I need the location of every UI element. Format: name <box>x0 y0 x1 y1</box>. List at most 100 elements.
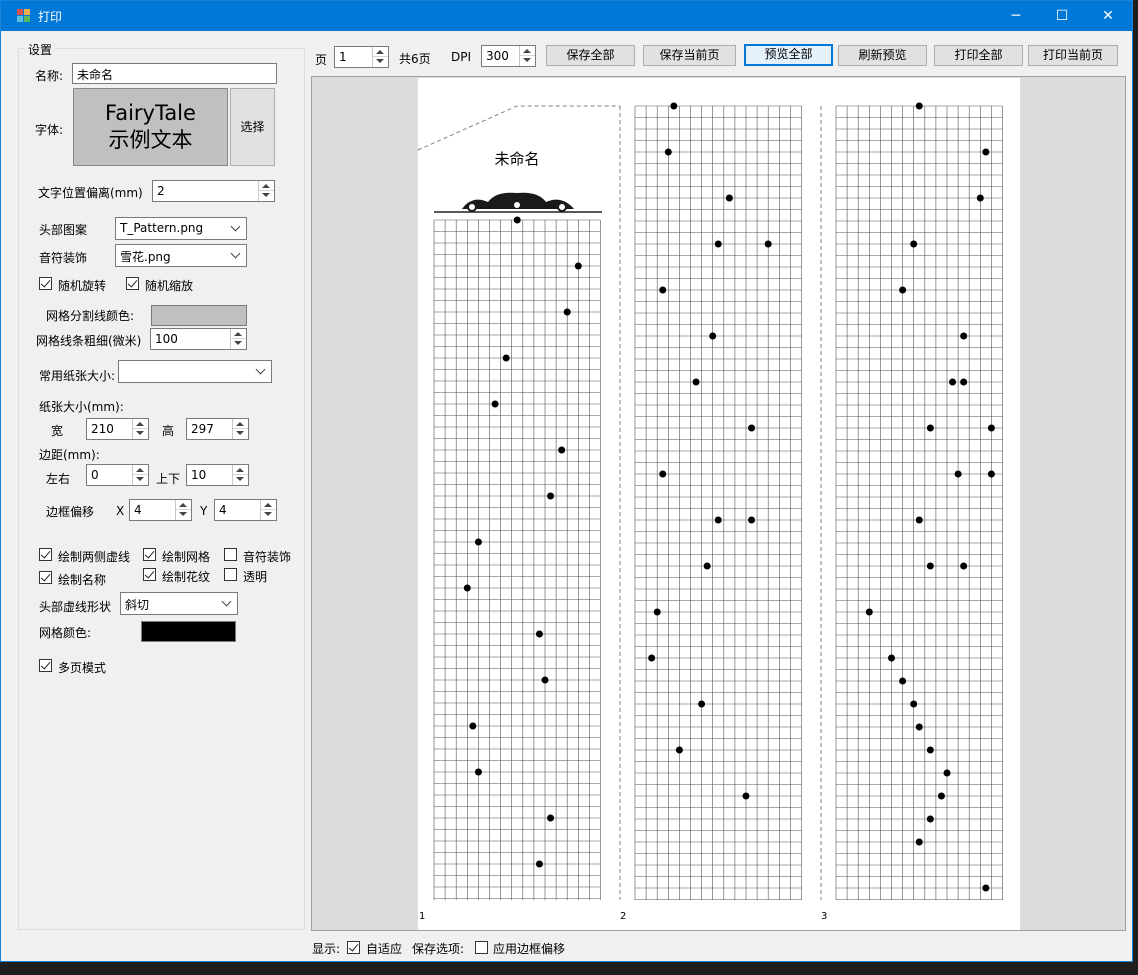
spin-buttons[interactable] <box>260 500 276 520</box>
font-select-button[interactable]: 选择 <box>230 88 275 166</box>
window-title: 打印 <box>38 10 63 24</box>
margin-lr-stepper[interactable]: 0 <box>86 464 149 486</box>
strip-number: 3 <box>821 911 827 922</box>
title-bar[interactable]: 打印 ─ ☐ ✕ <box>1 1 1132 31</box>
spin-buttons[interactable] <box>519 46 535 66</box>
fit-checkbox[interactable] <box>347 941 360 954</box>
note-dot <box>714 240 722 248</box>
paper-preset-select[interactable] <box>118 360 272 383</box>
note-dot <box>865 608 873 616</box>
settings-group-title: 设置 <box>25 41 56 58</box>
border-offset-label: 边框偏移 <box>46 505 95 519</box>
text-offset-stepper[interactable]: 2 <box>152 180 275 202</box>
grid-line-width-stepper[interactable]: 100 <box>150 328 247 350</box>
save-options-label: 保存选项: <box>412 942 465 956</box>
strip-title: 未命名 <box>494 150 539 168</box>
note-dot <box>982 884 990 892</box>
minimize-button[interactable]: ─ <box>993 1 1039 31</box>
note-decor-value: 雪花.png <box>120 250 171 264</box>
draw-name-label: 绘制名称 <box>58 573 107 587</box>
note-dot <box>915 838 923 846</box>
maximize-button[interactable]: ☐ <box>1039 1 1085 31</box>
apply-offset-label: 应用边框偏移 <box>493 942 566 956</box>
print-current-button[interactable]: 打印当前页 <box>1028 45 1118 66</box>
spin-buttons[interactable] <box>258 181 274 201</box>
multipage-checkbox[interactable] <box>39 659 52 672</box>
page-stepper[interactable]: 1 <box>334 46 389 68</box>
text-offset-value: 2 <box>157 184 165 198</box>
note-dot <box>937 792 945 800</box>
draw-flourish-checkbox[interactable] <box>143 568 156 581</box>
spin-buttons[interactable] <box>230 329 246 349</box>
print-dialog: 打印 ─ ☐ ✕ 设置 名称: 未命名 字体: FairyTale 示例文本 选… <box>0 0 1133 962</box>
note-dot <box>659 286 667 294</box>
spin-buttons[interactable] <box>132 419 148 439</box>
offset-y-stepper[interactable]: 4 <box>214 499 277 521</box>
total-pages: 共6页 <box>399 52 431 66</box>
close-button[interactable]: ✕ <box>1085 1 1131 31</box>
note-dot <box>491 400 499 408</box>
random-rotate-checkbox[interactable] <box>39 277 52 290</box>
note-dot <box>949 378 957 386</box>
refresh-preview-button[interactable]: 刷新预览 <box>838 45 927 66</box>
preview-all-button[interactable]: 预览全部 <box>744 44 833 66</box>
header-dash-shape-select[interactable]: 斜切 <box>120 592 238 615</box>
spin-buttons[interactable] <box>372 47 388 67</box>
note-dot <box>725 194 733 202</box>
note-dot <box>659 470 667 478</box>
page-value: 1 <box>339 50 347 64</box>
paper-width-label: 宽 <box>51 424 64 438</box>
note-dot <box>954 470 962 478</box>
note-dot <box>748 516 756 524</box>
random-scale-checkbox[interactable] <box>126 277 139 290</box>
grid-color-swatch[interactable] <box>141 621 236 642</box>
note-dot <box>910 240 918 248</box>
save-all-button[interactable]: 保存全部 <box>546 45 635 66</box>
save-current-button[interactable]: 保存当前页 <box>643 45 736 66</box>
dpi-stepper[interactable]: 300 <box>481 45 536 67</box>
margin-tb-value: 10 <box>191 468 207 482</box>
paper-width-value: 210 <box>91 422 114 436</box>
note-decor-select[interactable]: 雪花.png <box>115 244 247 267</box>
header-dash-shape-label: 头部虚线形状 <box>39 600 112 614</box>
note-dot <box>915 516 923 524</box>
note-dot <box>976 194 984 202</box>
header-pattern-select[interactable]: T_Pattern.png <box>115 217 247 240</box>
spin-buttons[interactable] <box>232 419 248 439</box>
print-preview-pane[interactable]: 未命名 1 2 3 <box>311 76 1126 931</box>
spin-buttons[interactable] <box>232 465 248 485</box>
name-input[interactable]: 未命名 <box>72 63 277 84</box>
preview-canvas: 未命名 1 2 3 <box>417 78 1020 930</box>
paper-size-label: 纸张大小(mm): <box>39 400 124 414</box>
paper-width-stepper[interactable]: 210 <box>86 418 149 440</box>
dpi-value: 300 <box>486 49 509 63</box>
draw-side-dashes-checkbox[interactable] <box>39 548 52 561</box>
note-decor-label: 音符装饰 <box>39 251 88 265</box>
note-decor-checkbox[interactable] <box>224 548 237 561</box>
paper-preset-label: 常用纸张大小: <box>39 369 116 383</box>
spin-buttons[interactable] <box>175 500 191 520</box>
draw-grid-checkbox[interactable] <box>143 548 156 561</box>
draw-flourish-label: 绘制花纹 <box>162 570 211 584</box>
note-dot <box>926 424 934 432</box>
spin-buttons[interactable] <box>132 465 148 485</box>
chevron-down-icon <box>230 248 241 259</box>
transparent-checkbox[interactable] <box>224 568 237 581</box>
paper-height-stepper[interactable]: 297 <box>186 418 249 440</box>
note-dot <box>987 424 995 432</box>
note-dot <box>926 746 934 754</box>
apply-offset-checkbox[interactable] <box>475 941 488 954</box>
paper-height-value: 297 <box>191 422 214 436</box>
grid-divider-color-swatch[interactable] <box>151 305 247 326</box>
print-all-button[interactable]: 打印全部 <box>934 45 1023 66</box>
offset-x-stepper[interactable]: 4 <box>129 499 192 521</box>
note-dot <box>888 654 895 662</box>
note-dot <box>899 677 907 685</box>
draw-grid-label: 绘制网格 <box>162 550 211 564</box>
name-label: 名称: <box>35 69 64 83</box>
font-label: 字体: <box>35 123 64 137</box>
margin-tb-stepper[interactable]: 10 <box>186 464 249 486</box>
draw-name-checkbox[interactable] <box>39 571 52 584</box>
page-label: 页 <box>315 53 328 67</box>
note-dot <box>664 148 672 156</box>
